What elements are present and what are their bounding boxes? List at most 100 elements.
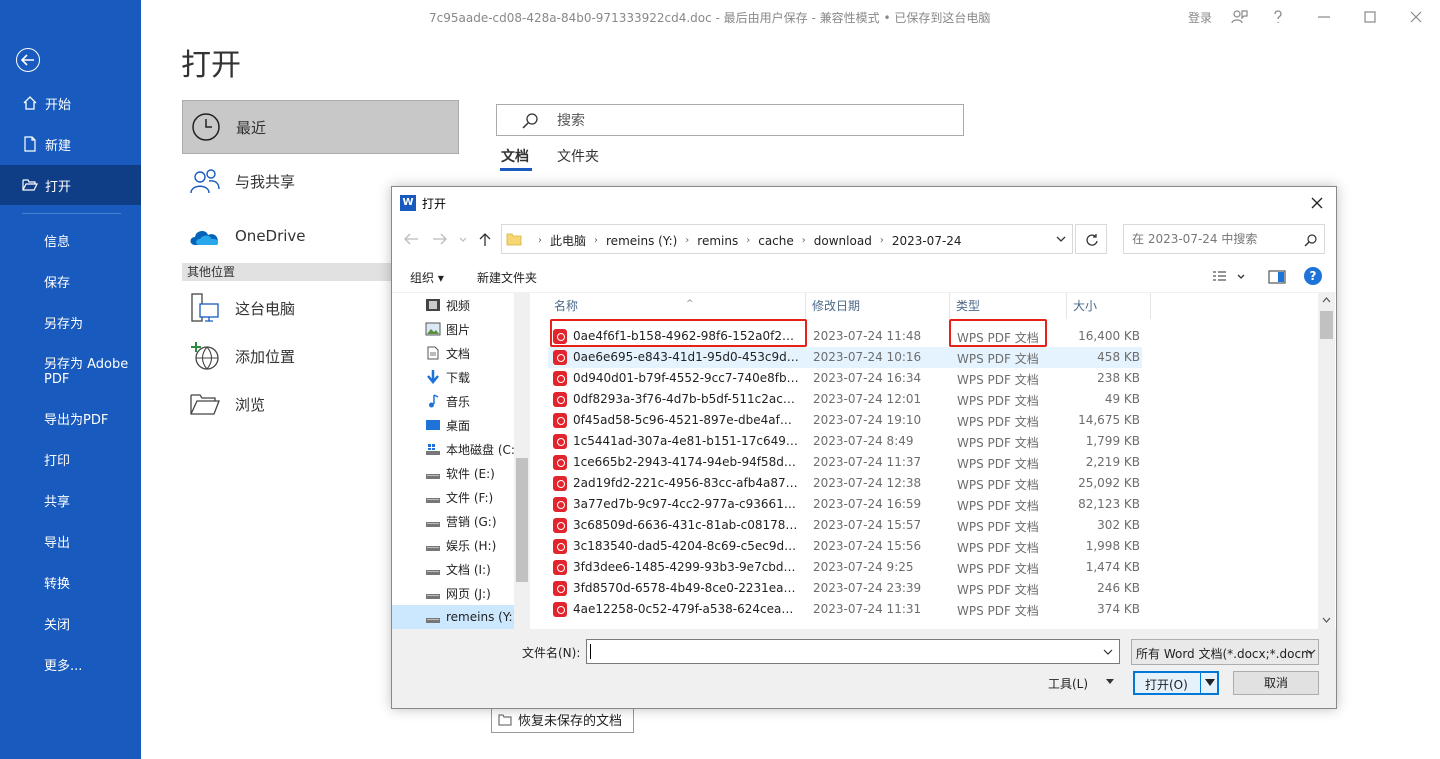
tab-folders[interactable]: 文件夹	[557, 146, 599, 166]
tree-item-desktop[interactable]: 桌面	[392, 413, 514, 437]
breadcrumb-item[interactable]: 2023-07-24	[892, 234, 962, 248]
file-size: 302 KB	[1097, 518, 1140, 532]
filename-input[interactable]	[586, 639, 1120, 664]
file-row[interactable]: 3c68509d-6636-431c-81ab-c08178b9... 2023-…	[548, 515, 1142, 536]
back-arrow-icon[interactable]	[403, 232, 419, 246]
organize-menu-button[interactable]: 组织 ▾	[410, 269, 444, 286]
file-row[interactable]: 0f45ad58-5c96-4521-897e-dbe4af43... 2023-…	[548, 410, 1142, 431]
file-row[interactable]: 3c183540-dad5-4204-8c69-c5ec9d84... 2023-…	[548, 536, 1142, 557]
tree-item-drive-e[interactable]: 软件 (E:)	[392, 461, 514, 485]
file-list-scrollbar[interactable]	[1318, 293, 1335, 629]
sidebar-item-home[interactable]: 开始	[0, 83, 141, 123]
tree-item-downloads[interactable]: 下载	[392, 365, 514, 389]
login-link[interactable]: 登录	[1188, 9, 1212, 26]
open-button[interactable]: 打开(O)	[1133, 671, 1219, 695]
location-recent[interactable]: 最近	[182, 100, 459, 154]
folder-search[interactable]	[1123, 224, 1325, 254]
tab-documents[interactable]: 文档	[501, 146, 529, 166]
file-size: 1,799 KB	[1085, 434, 1140, 448]
caret-down-icon[interactable]	[1106, 679, 1114, 685]
sidebar-item-open[interactable]: 打开	[0, 165, 141, 205]
breadcrumb-item[interactable]: remins	[697, 234, 738, 248]
file-row[interactable]: 0d940d01-b79f-4552-9cc7-740e8fb1... 2023-…	[548, 368, 1142, 389]
sidebar-item-save-as[interactable]: 另存为	[44, 317, 83, 332]
tree-item-music[interactable]: 音乐	[392, 389, 514, 413]
new-folder-button[interactable]: 新建文件夹	[477, 269, 537, 286]
tools-menu-button[interactable]: 工具(L)	[1048, 675, 1088, 692]
backstage-search[interactable]	[496, 104, 964, 136]
forward-arrow-icon[interactable]	[432, 232, 448, 246]
sidebar-item-more[interactable]: 更多...	[44, 659, 82, 674]
file-row[interactable]: 0ae6e695-e843-41d1-95d0-453c9d0... 2023-0…	[548, 347, 1142, 368]
breadcrumb-item[interactable]: download	[814, 234, 872, 248]
sidebar-item-convert[interactable]: 转换	[44, 577, 70, 592]
address-bar[interactable]: › 此电脑 › remeins (Y:) › remins › cache › …	[501, 224, 1073, 254]
maximize-icon[interactable]	[1361, 8, 1379, 26]
file-row[interactable]: 3fd8570d-6578-4b49-8ce0-2231ea77... 2023-…	[548, 578, 1142, 599]
column-header-type[interactable]: 类型	[950, 293, 1067, 319]
refresh-button[interactable]	[1075, 224, 1107, 254]
cancel-button[interactable]: 取消	[1233, 671, 1319, 695]
sidebar-item-new[interactable]: 新建	[0, 124, 141, 164]
recent-locations-chevron-icon[interactable]	[458, 232, 468, 246]
tree-item-drive-c[interactable]: 本地磁盘 (C:)	[392, 437, 514, 461]
sidebar-item-export-pdf[interactable]: 导出为PDF	[44, 413, 108, 428]
sort-ascending-icon: ^	[686, 299, 694, 309]
file-date: 2023-07-24 11:31	[813, 602, 922, 616]
tree-item-drive-f[interactable]: 文件 (F:)	[392, 485, 514, 509]
file-row[interactable]: 2ad19fd2-221c-4956-83cc-afb4a8753... 2023…	[548, 473, 1142, 494]
view-options-icon[interactable]	[1212, 269, 1248, 285]
file-row[interactable]: 0df8293a-3f76-4d7b-b5df-511c2ac75... 2023…	[548, 389, 1142, 410]
dialog-close-icon[interactable]	[1308, 194, 1326, 212]
file-row[interactable]: 3fd3dee6-1485-4299-93b3-9e7cbda3... 2023-…	[548, 557, 1142, 578]
file-row[interactable]: 4ae12258-0c52-479f-a538-624ceaa6... 2023-…	[548, 599, 1142, 620]
search-input[interactable]	[557, 111, 947, 131]
column-header-size[interactable]: 大小	[1067, 293, 1151, 319]
location-label: 浏览	[235, 395, 266, 414]
tree-item-drive-g[interactable]: 营销 (G:)	[392, 509, 514, 533]
feedback-icon[interactable]	[1230, 8, 1248, 26]
sidebar-item-share[interactable]: 共享	[44, 495, 70, 510]
sidebar-item-save-as-adobe-pdf[interactable]: 另存为 Adobe PDF	[44, 357, 134, 387]
help-question-icon[interactable]	[1269, 8, 1287, 26]
tree-scrollbar[interactable]	[514, 293, 530, 629]
file-list-scrollbar-thumb[interactable]	[1320, 311, 1333, 339]
file-size: 246 KB	[1097, 581, 1140, 595]
scroll-down-icon[interactable]	[1322, 617, 1331, 623]
close-icon[interactable]	[1407, 8, 1425, 26]
tree-item-drive-j[interactable]: 网页 (J:)	[392, 581, 514, 605]
sidebar-item-print[interactable]: 打印	[44, 454, 70, 469]
tree-item-drive-h[interactable]: 娱乐 (H:)	[392, 533, 514, 557]
back-button[interactable]	[16, 48, 40, 72]
tree-item-drive-y[interactable]: remeins (Y:)	[392, 605, 514, 629]
caret-down-icon[interactable]	[1205, 679, 1215, 687]
file-type-filter-select[interactable]: 所有 Word 文档(*.docx;*.docm	[1131, 639, 1319, 665]
file-row[interactable]: 1ce665b2-2943-4174-94eb-94f58dd1... 2023-…	[548, 452, 1142, 473]
scroll-up-icon[interactable]	[1322, 297, 1331, 303]
minimize-icon[interactable]	[1315, 8, 1333, 26]
tree-item-drive-i[interactable]: 文档 (I:)	[392, 557, 514, 581]
chevron-down-icon[interactable]	[1055, 235, 1067, 243]
highlight-box-type	[949, 319, 1047, 347]
sidebar-item-export[interactable]: 导出	[44, 536, 70, 551]
up-arrow-icon[interactable]	[477, 232, 493, 246]
file-row[interactable]: 3a77ed7b-9c97-4cc2-977a-c93661fa... 2023-…	[548, 494, 1142, 515]
help-icon[interactable]: ?	[1304, 267, 1322, 285]
tree-item-pictures[interactable]: 图片	[392, 317, 514, 341]
tree-item-videos[interactable]: 视频	[392, 293, 514, 317]
recover-unsaved-button[interactable]: 恢复未保存的文档	[491, 706, 634, 733]
chevron-down-icon[interactable]	[1103, 649, 1113, 656]
breadcrumb-item[interactable]: 此电脑	[550, 232, 586, 249]
breadcrumb-item[interactable]: remeins (Y:)	[606, 234, 677, 248]
tree-item-documents[interactable]: 文档	[392, 341, 514, 365]
tree-scrollbar-thumb[interactable]	[516, 458, 528, 582]
breadcrumb-item[interactable]: cache	[758, 234, 794, 248]
sidebar-item-close[interactable]: 关闭	[44, 618, 70, 633]
sidebar-item-save[interactable]: 保存	[44, 276, 70, 291]
folder-search-input[interactable]	[1132, 232, 1302, 246]
column-header-name[interactable]: ^ 名称	[548, 293, 806, 319]
column-header-date[interactable]: 修改日期	[806, 293, 950, 319]
file-row[interactable]: 1c5441ad-307a-4e81-b151-17c649f9... 2023-…	[548, 431, 1142, 452]
preview-pane-icon[interactable]	[1268, 269, 1286, 285]
sidebar-item-info[interactable]: 信息	[44, 235, 70, 250]
